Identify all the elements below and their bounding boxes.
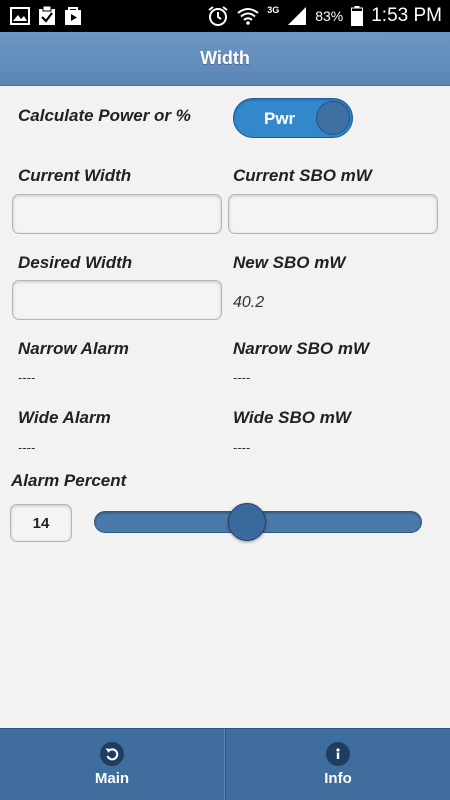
wide-sbo-value: ---- [233,440,251,455]
info-button-label: Info [324,770,352,787]
main-button-label: Main [94,770,130,787]
new-sbo-value: 40.2 [233,294,265,311]
header-bar: Width [0,32,450,86]
current-sbo-label: Current SBO mW [233,166,372,185]
play-store-icon [64,6,82,26]
wifi-icon [237,7,259,25]
slider-handle[interactable] [228,503,267,541]
width-form: Calculate Power or % Pwr Current Width C… [0,86,450,728]
clipboard-check-icon [38,6,56,26]
wide-alarm-label: Wide Alarm [18,408,111,427]
clock: 1:53 PM [371,5,442,26]
current-width-input[interactable] [12,194,222,234]
narrow-sbo-value: ---- [233,370,251,385]
info-icon [326,742,350,766]
info-button[interactable]: Info [225,729,450,800]
alarm-percent-input[interactable]: 14 [10,504,72,542]
desired-width-label: Desired Width [18,253,133,272]
narrow-alarm-label: Narrow Alarm [18,339,129,358]
narrow-alarm-value: ---- [18,370,36,385]
toggle-knob[interactable] [316,101,350,135]
gallery-icon [10,7,30,25]
current-sbo-input[interactable] [228,194,438,234]
signal-icon [287,6,307,26]
status-bar: 3G 83% 1:53 PM [0,0,450,32]
narrow-sbo-label: Narrow SBO mW [233,339,370,358]
alarm-percent-label: Alarm Percent [11,471,127,490]
calc-mode-toggle[interactable]: Pwr [233,98,353,138]
bottom-nav: Main Info [0,728,450,800]
undo-icon [100,742,124,766]
toggle-label: Pwr [264,109,296,128]
desired-width-input[interactable] [12,280,222,320]
current-width-label: Current Width [18,166,132,185]
wide-sbo-label: Wide SBO mW [233,408,351,427]
network-type: 3G [267,5,280,15]
main-button[interactable]: Main [0,729,225,800]
new-sbo-label: New SBO mW [233,253,346,272]
calc-mode-label: Calculate Power or % [18,106,191,125]
battery-percent: 83% [315,8,344,24]
wide-alarm-value: ---- [18,440,36,455]
battery-icon [351,6,364,26]
alarm-clock-icon [207,5,229,27]
page-title: Width [200,48,250,68]
